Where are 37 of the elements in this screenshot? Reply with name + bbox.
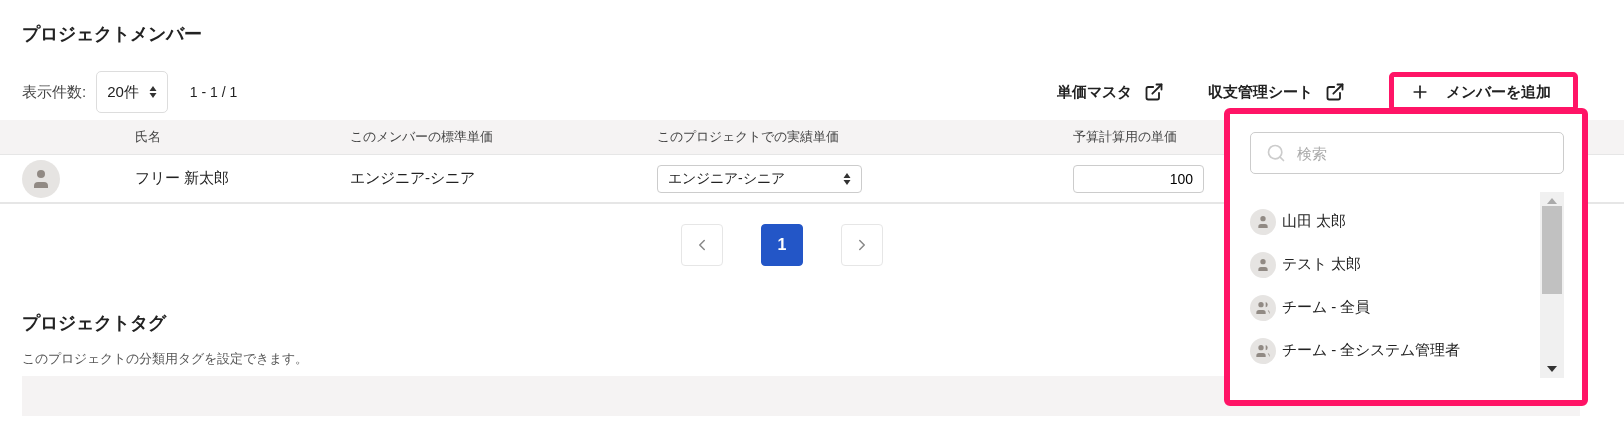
member-option[interactable]: チーム - 全システム管理者 — [1250, 329, 1540, 372]
group-avatar-icon — [1250, 337, 1276, 364]
standard-rate: エンジニア-シニア — [350, 169, 476, 188]
range-text: 1 - 1 / 1 — [189, 84, 238, 100]
member-option[interactable]: 山田 太郎 — [1250, 200, 1540, 243]
scrollbar[interactable] — [1540, 192, 1564, 378]
section-title: プロジェクトメンバー — [21, 23, 203, 46]
page-button[interactable]: 1 — [761, 224, 803, 266]
column-header: 氏名 — [135, 128, 162, 146]
member-option[interactable]: テスト 太郎 — [1250, 243, 1540, 286]
budget-rate-input[interactable]: 100 — [1073, 164, 1204, 193]
external-link[interactable]: 収支管理シート — [1208, 82, 1345, 102]
page-size-label: 表示件数: — [22, 82, 87, 102]
sort-arrows-icon — [148, 85, 157, 99]
external-link-icon — [1325, 82, 1345, 102]
tags-title: プロジェクトタグ — [22, 312, 166, 335]
column-header: このメンバーの標準単価 — [350, 128, 494, 146]
column-header: 予算計算用の単価 — [1073, 128, 1178, 146]
tags-description: このプロジェクトの分類用タグを設定できます。 — [22, 350, 308, 368]
page-size-select[interactable]: 20件 — [96, 71, 168, 113]
scroll-down-icon[interactable] — [1547, 366, 1557, 372]
external-link[interactable]: 単価マスタ — [1057, 82, 1164, 102]
actual-rate-select[interactable]: エンジニア-シニア — [657, 164, 862, 193]
search-field[interactable]: 検索 — [1250, 132, 1564, 174]
external-link-icon — [1144, 82, 1164, 102]
user-avatar-icon — [1250, 208, 1276, 235]
sort-arrows-icon — [843, 171, 851, 186]
member-name: フリー 新太郎 — [135, 169, 231, 188]
group-avatar-icon — [1250, 294, 1276, 321]
member-option[interactable]: チーム - 全員 — [1250, 286, 1540, 329]
previous-page-button[interactable] — [681, 224, 723, 266]
avatar-icon — [22, 159, 60, 198]
column-header: このプロジェクトでの実績単価 — [657, 128, 840, 146]
next-page-button[interactable] — [841, 224, 883, 266]
user-avatar-icon — [1250, 251, 1276, 278]
search-icon — [1266, 143, 1286, 163]
scroll-up-icon[interactable] — [1547, 198, 1557, 204]
